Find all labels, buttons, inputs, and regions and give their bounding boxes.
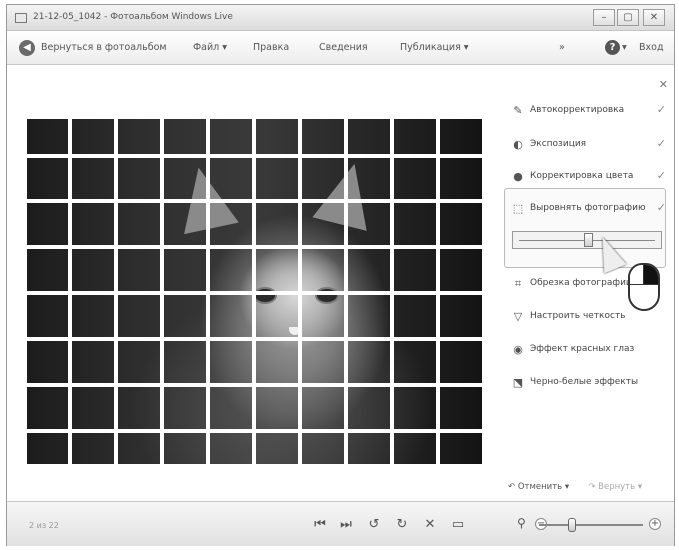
zoom-slider[interactable]	[539, 518, 643, 532]
fix-auto-adjust[interactable]: ✎ Автокорректировка ✓	[511, 102, 666, 122]
mouse-right-button	[644, 265, 658, 285]
help-dropdown-icon[interactable]: ▾	[622, 42, 627, 53]
straighten-icon: ⬚	[512, 202, 524, 215]
fix-label: Черно-белые эффекты	[530, 377, 639, 387]
fix-red-eye[interactable]: ◉ Эффект красных глаз	[511, 341, 666, 361]
photo-gallery-window: 21-12-05_1042 - Фотоальбом Windows Live …	[6, 4, 675, 546]
color-icon: ●	[513, 170, 523, 183]
rotate-left-icon[interactable]: ↺	[363, 515, 385, 535]
window-title: 21-12-05_1042 - Фотоальбом Windows Live	[33, 12, 233, 22]
close-button[interactable]: ✕	[643, 9, 665, 26]
fix-straighten[interactable]: ⬚ Выровнять фотографию ✓	[511, 200, 666, 220]
grid-line	[68, 119, 72, 464]
next-icon[interactable]: ⏭	[335, 515, 357, 535]
sharpness-icon: ▽	[513, 310, 523, 323]
checkmark-icon: ✓	[656, 169, 666, 182]
command-bar: ◀ Вернуться в фотоальбом Файл ▾ Правка С…	[7, 31, 674, 65]
grid-line	[344, 119, 348, 464]
kitten-photo	[27, 119, 482, 464]
crop-icon: ⌗	[514, 277, 522, 290]
status-bar: 2 из 22 ⏮ ⏭ ↺ ↻ ✕ ▭ ⚲ − +	[7, 501, 674, 546]
fix-label: Выровнять фотографию	[530, 203, 646, 213]
grid-line	[390, 119, 394, 464]
undo-button[interactable]: ↶ Отменить ▾	[508, 482, 569, 492]
maximize-button[interactable]: ▢	[617, 9, 639, 26]
checkmark-icon: ✓	[656, 103, 666, 116]
grid-line	[436, 119, 440, 464]
red-eye-icon: ◉	[513, 343, 523, 356]
kitten-ear-left	[171, 161, 239, 235]
minimize-button[interactable]: –	[593, 9, 615, 26]
fix-exposure[interactable]: ◐ Экспозиция ✓	[511, 136, 666, 156]
menu-publish[interactable]: Публикация ▾	[400, 42, 469, 53]
grid-line	[206, 119, 210, 464]
straighten-slider[interactable]	[512, 231, 662, 249]
checkmark-icon: ✓	[656, 201, 666, 214]
back-to-gallery-button[interactable]: Вернуться в фотоальбом	[41, 42, 167, 53]
fix-label: Автокорректировка	[530, 105, 625, 115]
fix-label: Эффект красных глаз	[530, 344, 635, 354]
fix-panel: ✕ ✎ Автокорректировка ✓ ◐ Экспозиция ✓ ●…	[498, 66, 674, 500]
exposure-icon: ◐	[513, 138, 523, 151]
sign-in-link[interactable]: Вход	[639, 42, 664, 53]
title-bar: 21-12-05_1042 - Фотоальбом Windows Live …	[7, 5, 674, 31]
fix-label: Настроить четкость	[530, 311, 626, 321]
overflow-chevron-icon[interactable]: »	[559, 42, 565, 53]
delete-icon[interactable]: ✕	[419, 515, 441, 535]
fix-sharpness[interactable]: ▽ Настроить четкость	[511, 308, 666, 328]
grid-line	[298, 119, 302, 464]
fix-label: Экспозиция	[530, 139, 587, 149]
zoom-slider-thumb[interactable]	[567, 518, 576, 532]
app-icon	[15, 13, 27, 23]
slider-thumb[interactable]	[583, 233, 593, 247]
kitten-eye-left	[253, 287, 277, 304]
fix-label: Обрезка фотографии	[530, 278, 632, 288]
mouse-left-button	[630, 265, 644, 285]
photo-counter: 2 из 22	[29, 521, 59, 530]
grid-line	[160, 119, 164, 464]
menu-file[interactable]: Файл ▾	[193, 42, 227, 53]
zoom-in-button[interactable]: +	[649, 518, 661, 530]
photo-canvas	[7, 66, 497, 500]
zoom-icon[interactable]: ⚲	[517, 516, 526, 530]
menu-edit[interactable]: Правка	[253, 42, 289, 53]
grid-line	[252, 119, 256, 464]
undo-redo-row: ↶ Отменить ▾ ↷ Вернуть ▾	[508, 481, 658, 492]
black-white-icon: ⬔	[512, 376, 524, 389]
mouse-right-click-icon	[628, 263, 660, 311]
kitten-eye-right	[315, 287, 339, 304]
fix-black-white[interactable]: ⬔ Черно-белые эффекты	[511, 374, 666, 394]
checkmark-icon: ✓	[656, 137, 666, 150]
menu-info[interactable]: Сведения	[319, 42, 368, 53]
fix-label: Корректировка цвета	[530, 171, 634, 181]
redo-button: ↷ Вернуть ▾	[588, 482, 643, 492]
back-arrow-icon[interactable]: ◀	[19, 40, 35, 56]
close-panel-icon[interactable]: ✕	[659, 78, 668, 91]
fix-color[interactable]: ● Корректировка цвета ✓	[511, 168, 666, 188]
previous-icon[interactable]: ⏮	[309, 515, 331, 535]
help-icon[interactable]: ?	[605, 40, 620, 55]
slideshow-icon[interactable]: ▭	[447, 515, 469, 535]
grid-line	[114, 119, 118, 464]
magic-wand-icon: ✎	[513, 104, 523, 117]
rotate-right-icon[interactable]: ↻	[391, 515, 413, 535]
